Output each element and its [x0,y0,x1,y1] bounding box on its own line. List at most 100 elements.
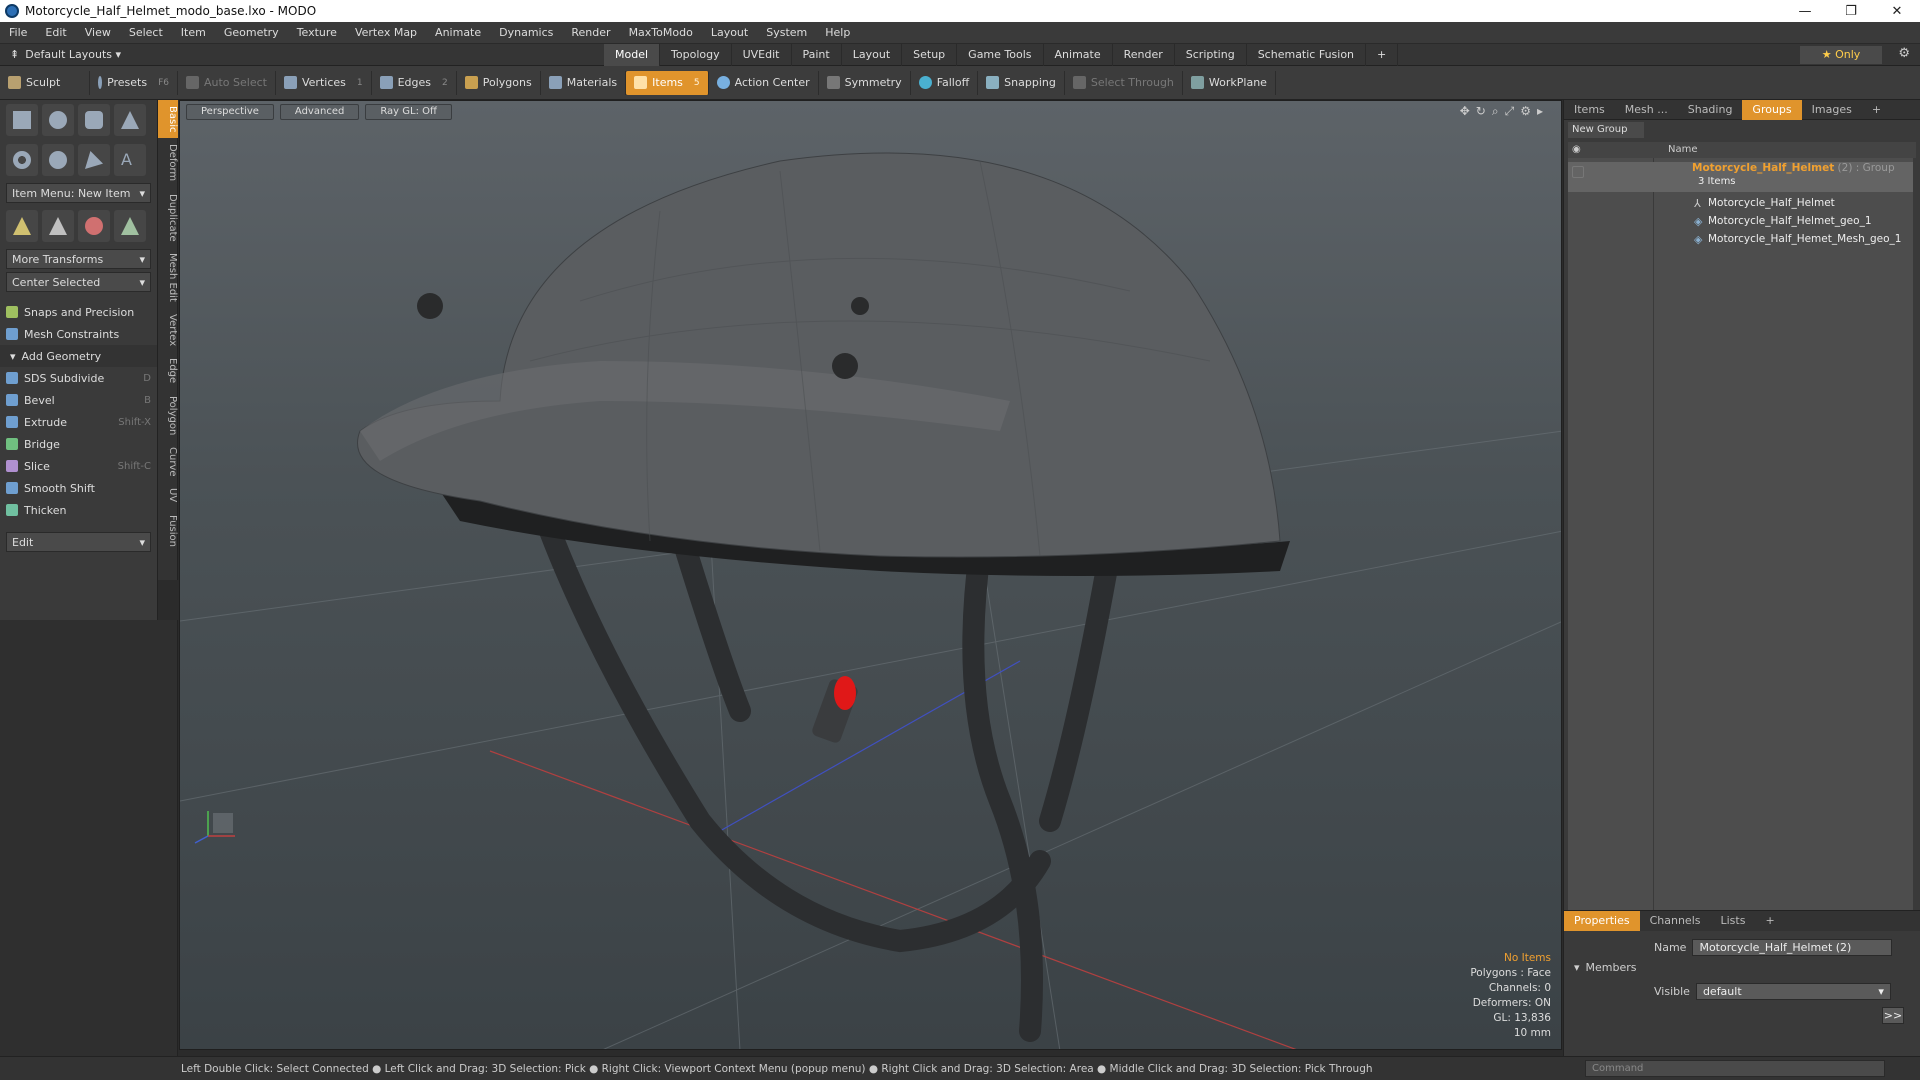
tab-polygon[interactable]: Polygon [158,390,178,441]
materials-button[interactable]: Materials [541,70,627,95]
add-tab-button[interactable]: + [1755,911,1784,931]
tab-paint[interactable]: Paint [792,44,842,66]
item-menu-dropdown[interactable]: Item Menu: New Item ▾ [6,183,151,203]
sds-subdivide-button[interactable]: SDS Subdivide D [0,367,157,389]
tab-topology[interactable]: Topology [660,44,732,66]
tab-schematic-fusion[interactable]: Schematic Fusion [1247,44,1367,66]
new-group-button[interactable]: New Group [1568,122,1644,138]
menu-render[interactable]: Render [562,26,619,39]
polygons-button[interactable]: Polygons [457,70,541,95]
tab-layout[interactable]: Layout [842,44,903,66]
extrude-button[interactable]: Extrude Shift-X [0,411,157,433]
menu-geometry[interactable]: Geometry [215,26,288,39]
tab-mesh-edit[interactable]: Mesh Edit [158,247,178,308]
menu-edit[interactable]: Edit [36,26,75,39]
tab-deform[interactable]: Deform [158,138,178,187]
minimize-button[interactable]: — [1782,4,1828,19]
close-button[interactable]: ✕ [1874,4,1920,19]
text-tool-button[interactable]: A [114,144,146,176]
menu-layout[interactable]: Layout [702,26,757,39]
vertices-button[interactable]: Vertices 1 [276,70,372,95]
tab-groups[interactable]: Groups [1742,99,1802,120]
scale-tool-button[interactable] [78,210,110,242]
add-tab-button[interactable]: + [1862,100,1891,120]
tab-properties[interactable]: Properties [1564,911,1640,931]
sphere-primitive-button[interactable] [42,104,74,136]
pen-tool-button[interactable] [78,144,110,176]
visibility-toggle[interactable] [1572,166,1584,178]
tab-edge[interactable]: Edge [158,352,178,389]
3d-viewport[interactable]: Perspective Advanced Ray GL: Off ✥ ↻ ⌕ ⤢… [179,100,1562,1050]
symmetry-button[interactable]: Symmetry [819,70,911,95]
tab-fusion[interactable]: Fusion [158,509,178,553]
edit-dropdown[interactable]: Edit ▾ [6,532,151,552]
torus-primitive-button[interactable] [6,144,38,176]
menu-maxtomodo[interactable]: MaxToModo [620,26,702,39]
tab-scripting[interactable]: Scripting [1175,44,1247,66]
menu-dynamics[interactable]: Dynamics [490,26,562,39]
thicken-button[interactable]: Thicken [0,499,157,521]
mesh-constraints-button[interactable]: Mesh Constraints [0,323,157,345]
menu-vertex-map[interactable]: Vertex Map [346,26,426,39]
tab-duplicate[interactable]: Duplicate [158,188,178,248]
falloff-button[interactable]: Falloff [911,70,979,95]
tab-setup[interactable]: Setup [902,44,958,66]
edges-button[interactable]: Edges 2 [372,70,457,95]
menu-help[interactable]: Help [816,26,859,39]
name-field[interactable]: Motorcycle_Half_Helmet (2) [1692,939,1893,956]
group-row[interactable]: Motorcycle_Half_Helmet (2) : Group 3 Ite… [1568,162,1913,192]
menu-texture[interactable]: Texture [288,26,346,39]
tab-channels[interactable]: Channels [1640,911,1711,931]
snaps-and-precision-button[interactable]: Snaps and Precision [0,301,157,323]
only-toggle[interactable]: ★ Only [1800,46,1882,64]
workplane-button[interactable]: WorkPlane [1183,70,1276,95]
tab-basic[interactable]: Basic [158,100,178,139]
menu-file[interactable]: File [0,26,36,39]
rotate-tool-button[interactable] [42,210,74,242]
tab-uv[interactable]: UV [158,482,178,508]
menu-item[interactable]: Item [172,26,215,39]
tab-model[interactable]: Model [604,44,661,66]
tab-items[interactable]: Items [1564,100,1615,120]
members-section[interactable]: ▾ Members [1574,961,1637,974]
add-geometry-section[interactable]: ▾ Add Geometry [0,345,157,367]
tab-vertex[interactable]: Vertex [158,308,178,352]
cylinder-primitive-button[interactable] [78,104,110,136]
tree-row[interactable]: ◈ Motorcycle_Half_Helmet_geo_1 [1568,212,1913,230]
tab-curve[interactable]: Curve [158,441,178,483]
transform-tool-button[interactable] [114,210,146,242]
tree-row[interactable]: ⅄ Motorcycle_Half_Helmet [1568,194,1913,212]
snapping-button[interactable]: Snapping [978,70,1065,95]
default-layouts-selector[interactable]: ⇞ Default Layouts ▾ [0,48,600,61]
more-transforms-dropdown[interactable]: More Transforms ▾ [6,249,151,269]
tree-row[interactable]: ◈ Motorcycle_Half_Hemet_Mesh_geo_1 [1568,230,1913,248]
menu-select[interactable]: Select [120,26,172,39]
cone-primitive-button[interactable] [114,104,146,136]
presets-button[interactable]: Presets F6 [90,70,178,95]
tab-mesh[interactable]: Mesh ... [1615,100,1678,120]
select-through-button[interactable]: Select Through [1065,70,1183,95]
maximize-button[interactable]: ❐ [1828,4,1874,19]
name-column-header[interactable]: Name [1668,142,1698,158]
eye-icon[interactable]: ◉ [1572,142,1581,158]
items-button[interactable]: Items 5 [626,70,709,95]
menu-animate[interactable]: Animate [426,26,490,39]
bridge-button[interactable]: Bridge [0,433,157,455]
tab-animate[interactable]: Animate [1044,44,1113,66]
visible-dropdown[interactable]: default ▾ [1695,983,1891,1000]
cube-primitive-button[interactable] [6,104,38,136]
smooth-shift-button[interactable]: Smooth Shift [0,477,157,499]
tab-game-tools[interactable]: Game Tools [957,44,1044,66]
menu-view[interactable]: View [76,26,120,39]
tab-lists[interactable]: Lists [1711,911,1756,931]
auto-select-button[interactable]: Auto Select [178,70,276,95]
tab-render[interactable]: Render [1113,44,1175,66]
bevel-button[interactable]: Bevel B [0,389,157,411]
capsule-primitive-button[interactable] [42,144,74,176]
tab-shading[interactable]: Shading [1678,100,1743,120]
gear-icon[interactable]: ⚙ [1898,46,1910,61]
command-input[interactable]: Command [1585,1060,1885,1077]
center-selected-dropdown[interactable]: Center Selected ▾ [6,272,151,292]
slice-button[interactable]: Slice Shift-C [0,455,157,477]
action-center-button[interactable]: Action Center [709,70,819,95]
